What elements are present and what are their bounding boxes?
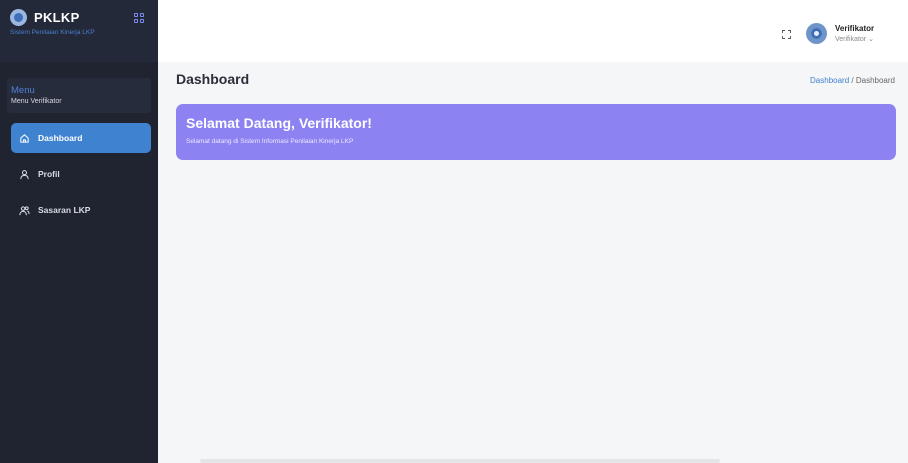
- menu-title: Menu: [11, 85, 35, 96]
- logo-icon: [10, 9, 27, 26]
- breadcrumb-link[interactable]: Dashboard: [810, 76, 849, 85]
- user-name[interactable]: Verifikator: [835, 24, 874, 33]
- breadcrumb: Dashboard / Dashboard: [810, 76, 895, 85]
- fullscreen-icon[interactable]: [782, 30, 791, 39]
- user-icon: [18, 168, 30, 180]
- home-icon: [18, 132, 30, 144]
- sidebar-item-label: Dashboard: [38, 133, 83, 143]
- sidebar-item-profil[interactable]: Profil: [11, 159, 151, 189]
- top-header: Verifikator Verifikator ⌄: [158, 0, 908, 62]
- sidebar-item-dashboard[interactable]: Dashboard: [11, 123, 151, 153]
- users-icon: [18, 204, 30, 216]
- brand-name: PKLKP: [34, 10, 80, 25]
- sidebar-nav: Dashboard Profil Sasaran LKP: [0, 123, 158, 225]
- sidebar-item-sasaran-lkp[interactable]: Sasaran LKP: [11, 195, 151, 225]
- user-role-dropdown[interactable]: Verifikator ⌄: [835, 35, 874, 43]
- banner-title: Selamat Datang, Verifikator!: [186, 115, 372, 131]
- sidebar-item-label: Sasaran LKP: [38, 205, 91, 215]
- brand: PKLKP Sistem Penilaian Kinerja LKP: [0, 0, 158, 62]
- user-role-label: Verifikator: [835, 36, 867, 43]
- chevron-down-icon: ⌄: [868, 36, 874, 43]
- brand-subtitle: Sistem Penilaian Kinerja LKP: [10, 29, 95, 36]
- welcome-banner: Selamat Datang, Verifikator! Selamat dat…: [176, 104, 896, 160]
- breadcrumb-separator: /: [851, 76, 854, 85]
- page-title: Dashboard: [176, 71, 250, 87]
- sidebar: PKLKP Sistem Penilaian Kinerja LKP Menu …: [0, 0, 158, 463]
- sidebar-item-label: Profil: [38, 169, 60, 179]
- banner-text: Selamat datang di Sistem Informasi Penil…: [186, 138, 354, 145]
- grid-toggle-icon[interactable]: [134, 12, 144, 23]
- avatar[interactable]: [806, 23, 827, 44]
- breadcrumb-current: Dashboard: [855, 76, 895, 85]
- menu-subtitle: Menu Verifikator: [11, 98, 62, 105]
- menu-header: Menu Menu Verifikator: [7, 78, 151, 113]
- bottom-shadow: [200, 459, 720, 463]
